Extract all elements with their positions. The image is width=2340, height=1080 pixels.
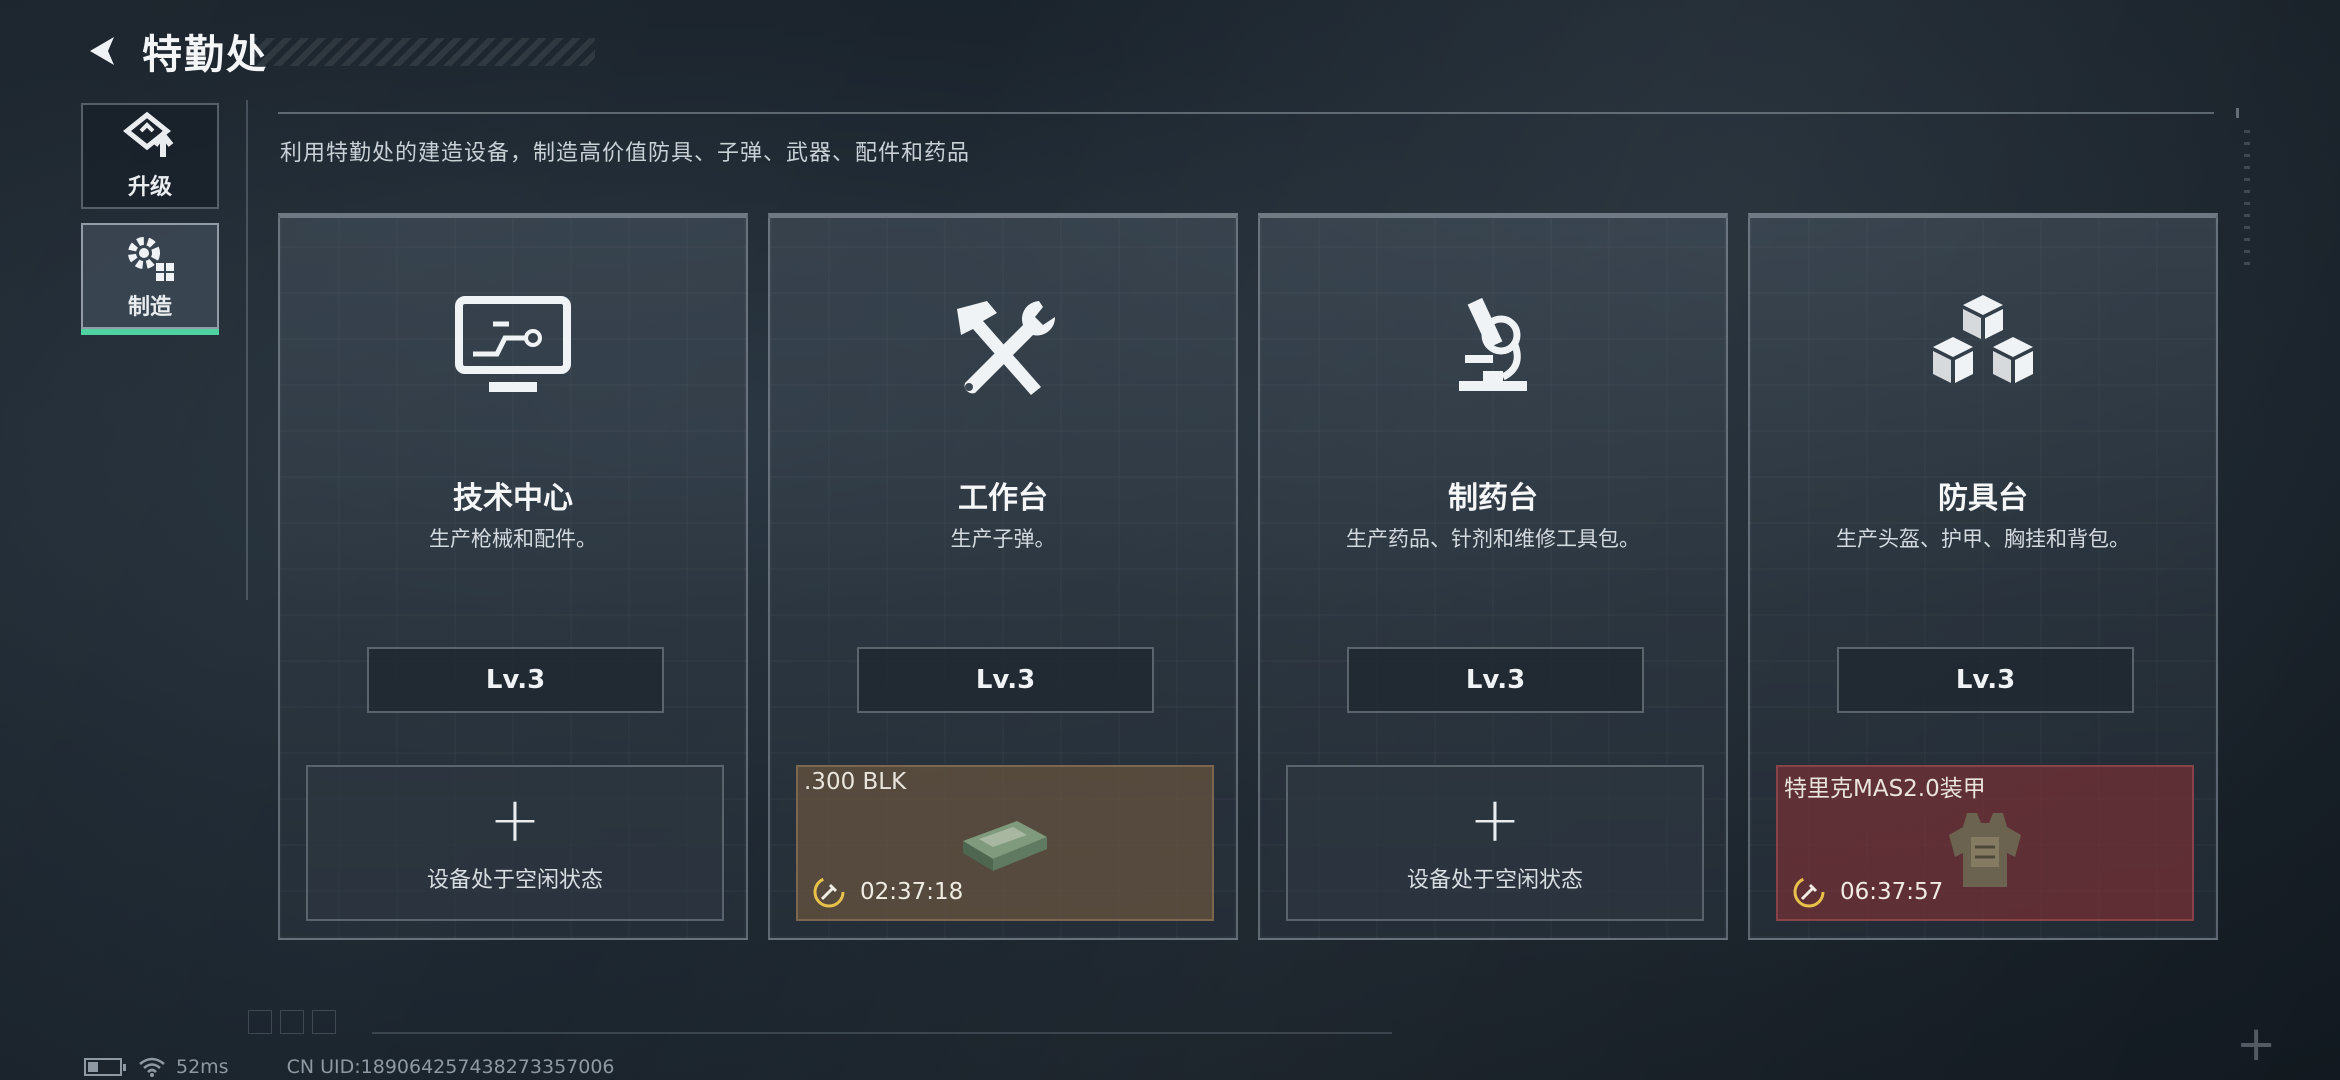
production-slot-active[interactable]: 特里克MAS2.0装甲 06:37:57: [1776, 765, 2194, 921]
station-cards: 技术中心 生产枪械和配件。 Lv.3 + 设备处于空闲状态 工作台 生产子弹。 …: [278, 213, 2218, 940]
slot-timer: 02:37:18: [812, 875, 963, 909]
ammo-box-icon: [957, 807, 1053, 881]
station-desc: 生产子弹。: [950, 527, 1056, 551]
monitor-icon: [448, 286, 578, 406]
timer-text: 02:37:18: [860, 879, 964, 905]
craft-gear-icon: [128, 237, 174, 281]
back-arrow-icon: [90, 37, 114, 65]
ping-text: 52ms: [176, 1056, 229, 1078]
tab-craft-label: 制造: [127, 295, 172, 320]
station-level-button[interactable]: Lv.3: [367, 647, 664, 713]
page-subtitle: 利用特勤处的建造设备，制造高价值防具、子弹、武器、配件和药品: [280, 141, 971, 166]
add-icon: +: [1469, 783, 1521, 856]
header: 特勤处: [80, 24, 595, 78]
station-title: 技术中心: [453, 481, 573, 516]
tab-upgrade-label: 升级: [127, 175, 172, 200]
slot-status-text: 设备处于空闲状态: [426, 868, 603, 893]
slot-timer: 06:37:57: [1792, 875, 1943, 909]
timer-wrench-icon: [813, 876, 845, 908]
timer-wrench-icon: [1793, 876, 1825, 908]
production-slot-idle[interactable]: + 设备处于空闲状态: [1286, 765, 1704, 921]
page-title: 特勤处: [142, 32, 268, 78]
station-level-button[interactable]: Lv.3: [857, 647, 1154, 713]
tab-upgrade[interactable]: 升级: [81, 103, 219, 209]
station-card-armor[interactable]: 防具台 生产头盔、护甲、胸挂和背包。 Lv.3 特里克MAS2.0装甲 06:3…: [1748, 213, 2218, 940]
top-divider-tick: [2236, 108, 2239, 118]
station-title: 工作台: [958, 481, 1048, 516]
station-card-pharmacy[interactable]: 制药台 生产药品、针剂和维修工具包。 Lv.3 + 设备处于空闲状态: [1258, 213, 1728, 940]
bottom-divider: [372, 1032, 1392, 1034]
tab-craft[interactable]: 制造: [81, 223, 219, 335]
slot-item-name: .300 BLK: [804, 769, 907, 795]
add-icon: +: [489, 783, 541, 856]
back-button[interactable]: [80, 29, 124, 73]
station-desc: 生产枪械和配件。: [429, 527, 597, 551]
hammer-wrench-icon: [938, 286, 1068, 406]
upgrade-icon: [122, 111, 174, 157]
cubes-icon: [1918, 286, 2048, 406]
armor-vest-icon: [1945, 807, 2025, 897]
production-slot-active[interactable]: .300 BLK 02:37:18: [796, 765, 1214, 921]
station-level-button[interactable]: Lv.3: [1837, 647, 2134, 713]
wifi-icon: [138, 1056, 166, 1078]
station-desc: 生产药品、针剂和维修工具包。: [1346, 527, 1640, 551]
title-stripes: [250, 38, 595, 66]
slot-item-name: 特里克MAS2.0装甲: [1784, 776, 1986, 802]
top-divider: [278, 112, 2214, 114]
microscope-icon: [1428, 286, 1558, 406]
station-card-tech-center[interactable]: 技术中心 生产枪械和配件。 Lv.3 + 设备处于空闲状态: [278, 213, 748, 940]
station-title: 制药台: [1448, 481, 1538, 516]
side-nav: 升级 制造: [81, 103, 219, 343]
status-footer: 52ms CN UID:1890642574382733570​06: [84, 1056, 615, 1078]
right-tick-marks: [2244, 130, 2250, 270]
production-slot-idle[interactable]: + 设备处于空闲状态: [306, 765, 724, 921]
battery-icon: [84, 1058, 126, 1076]
station-level-button[interactable]: Lv.3: [1347, 647, 1644, 713]
bottom-decoration: [248, 1010, 388, 1034]
station-desc: 生产头盔、护甲、胸挂和背包。: [1836, 527, 2130, 551]
timer-text: 06:37:57: [1840, 879, 1944, 905]
slot-status-text: 设备处于空闲状态: [1406, 868, 1583, 893]
station-title: 防具台: [1938, 481, 2028, 516]
uid-text: CN UID:1890642574382733570​06: [286, 1056, 615, 1078]
station-card-workbench[interactable]: 工作台 生产子弹。 Lv.3 .300 BLK 02:37:18: [768, 213, 1238, 940]
corner-plus-decoration: +: [2236, 1016, 2277, 1072]
left-divider: [246, 100, 248, 600]
